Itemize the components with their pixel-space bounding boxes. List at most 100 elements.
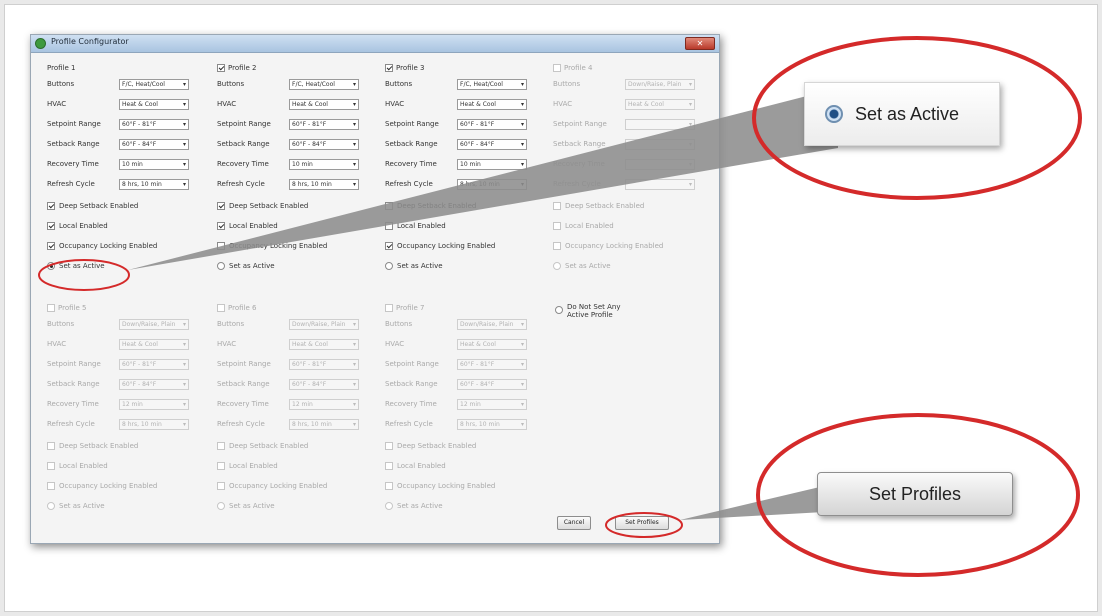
profile-5-deep-setback-checkbox[interactable] [47, 442, 55, 450]
profile-3-recovery-time-select[interactable]: 10 min [457, 159, 527, 170]
profile-3-set-active-radio[interactable] [385, 262, 393, 270]
profile-4-refresh-cycle-select[interactable] [625, 179, 695, 190]
profile-5-setpoint-range-select[interactable]: 60°F - 81°F [119, 359, 189, 370]
profile-7-recovery-time-select[interactable]: 12 min [457, 399, 527, 410]
profile-6-set-active-row[interactable]: Set as Active [217, 501, 275, 511]
profile-2-set-active-radio[interactable] [217, 262, 225, 270]
profile-3-setpoint-range-select[interactable]: 60°F - 81°F [457, 119, 527, 130]
profile-4-button-mode-select[interactable]: Down/Raise, Plain [625, 79, 695, 90]
profile-3-hvac-select[interactable]: Heat & Cool [457, 99, 527, 110]
profile-2-local-checkbox-row[interactable]: Local Enabled [217, 221, 278, 231]
profile-6-header[interactable]: Profile 6 [217, 303, 256, 313]
profile-7-deep-setback-checkbox[interactable] [385, 442, 393, 450]
profile-6-deep-setback-checkbox-row[interactable]: Deep Setback Enabled [217, 441, 308, 451]
profile-6-local-checkbox-row[interactable]: Local Enabled [217, 461, 278, 471]
profile-6-local-checkbox[interactable] [217, 462, 225, 470]
profile-2-checkbox[interactable] [217, 64, 225, 72]
profile-3-refresh-cycle-select[interactable]: 8 hrs, 10 min [457, 179, 527, 190]
profile-3-occupancy-locking-checkbox[interactable] [385, 242, 393, 250]
profile-4-deep-setback-checkbox[interactable] [553, 202, 561, 210]
profile-6-occupancy-locking-checkbox[interactable] [217, 482, 225, 490]
profile-4-set-active-radio[interactable] [553, 262, 561, 270]
profile-2-hvac-select[interactable]: Heat & Cool [289, 99, 359, 110]
profile-5-occupancy-locking-checkbox-row[interactable]: Occupancy Locking Enabled [47, 481, 157, 491]
profile-2-setpoint-range-select[interactable]: 60°F - 81°F [289, 119, 359, 130]
profile-1-hvac-select[interactable]: Heat & Cool [119, 99, 189, 110]
profile-4-header[interactable]: Profile 4 [553, 63, 592, 73]
profile-4-local-checkbox[interactable] [553, 222, 561, 230]
profile-2-deep-setback-checkbox[interactable] [217, 202, 225, 210]
no-active-radio[interactable] [555, 306, 563, 314]
profile-7-setback-range-select[interactable]: 60°F - 84°F [457, 379, 527, 390]
profile-2-refresh-cycle-select[interactable]: 8 hrs, 10 min [289, 179, 359, 190]
profile-7-deep-setback-checkbox-row[interactable]: Deep Setback Enabled [385, 441, 476, 451]
profile-1-local-checkbox-row[interactable]: Local Enabled [47, 221, 108, 231]
profile-7-occupancy-locking-checkbox[interactable] [385, 482, 393, 490]
profile-6-setpoint-range-select[interactable]: 60°F - 81°F [289, 359, 359, 370]
profile-1-deep-setback-checkbox[interactable] [47, 202, 55, 210]
profile-5-header[interactable]: Profile 5 [47, 303, 86, 313]
profile-2-set-active-row[interactable]: Set as Active [217, 261, 275, 271]
profile-2-button-mode-select[interactable]: F/C, Heat/Cool [289, 79, 359, 90]
cancel-button[interactable]: Cancel [557, 516, 591, 530]
profile-7-button-mode-select[interactable]: Down/Raise, Plain [457, 319, 527, 330]
profile-7-occupancy-locking-checkbox-row[interactable]: Occupancy Locking Enabled [385, 481, 495, 491]
profile-7-refresh-cycle-select[interactable]: 8 hrs, 10 min [457, 419, 527, 430]
profile-5-setback-range-select[interactable]: 60°F - 84°F [119, 379, 189, 390]
profile-4-occupancy-locking-checkbox[interactable] [553, 242, 561, 250]
profile-5-set-active-radio[interactable] [47, 502, 55, 510]
profile-4-occupancy-locking-checkbox-row[interactable]: Occupancy Locking Enabled [553, 241, 663, 251]
profile-1-occupancy-locking-checkbox-row[interactable]: Occupancy Locking Enabled [47, 241, 157, 251]
profile-7-hvac-select[interactable]: Heat & Cool [457, 339, 527, 350]
close-button[interactable]: ✕ [685, 37, 715, 50]
profile-1-occupancy-locking-checkbox[interactable] [47, 242, 55, 250]
profile-4-setback-range-select[interactable] [625, 139, 695, 150]
profile-4-recovery-time-select[interactable] [625, 159, 695, 170]
profile-1-setpoint-range-select[interactable]: 60°F - 81°F [119, 119, 189, 130]
profile-6-set-active-radio[interactable] [217, 502, 225, 510]
profile-1-set-active-row[interactable]: Set as Active [47, 261, 105, 271]
profile-1-set-active-radio[interactable] [47, 262, 55, 270]
profile-1-local-checkbox[interactable] [47, 222, 55, 230]
profile-5-local-checkbox-row[interactable]: Local Enabled [47, 461, 108, 471]
profile-5-recovery-time-select[interactable]: 12 min [119, 399, 189, 410]
profile-4-local-checkbox-row[interactable]: Local Enabled [553, 221, 614, 231]
profile-6-refresh-cycle-select[interactable]: 8 hrs, 10 min [289, 419, 359, 430]
profile-6-hvac-select[interactable]: Heat & Cool [289, 339, 359, 350]
profile-5-checkbox[interactable] [47, 304, 55, 312]
profile-5-refresh-cycle-select[interactable]: 8 hrs, 10 min [119, 419, 189, 430]
set-profiles-button[interactable]: Set Profiles [615, 516, 669, 530]
profile-7-set-active-row[interactable]: Set as Active [385, 501, 443, 511]
profile-4-deep-setback-checkbox-row[interactable]: Deep Setback Enabled [553, 201, 644, 211]
profile-4-hvac-select[interactable]: Heat & Cool [625, 99, 695, 110]
profile-4-set-active-row[interactable]: Set as Active [553, 261, 611, 271]
profile-3-header[interactable]: Profile 3 [385, 63, 424, 73]
profile-3-local-checkbox-row[interactable]: Local Enabled [385, 221, 446, 231]
profile-1-setback-range-select[interactable]: 60°F - 84°F [119, 139, 189, 150]
profile-3-set-active-row[interactable]: Set as Active [385, 261, 443, 271]
profile-3-deep-setback-checkbox-row[interactable]: Deep Setback Enabled [385, 201, 476, 211]
profile-2-deep-setback-checkbox-row[interactable]: Deep Setback Enabled [217, 201, 308, 211]
profile-2-occupancy-locking-checkbox-row[interactable]: Occupancy Locking Enabled [217, 241, 327, 251]
profile-6-deep-setback-checkbox[interactable] [217, 442, 225, 450]
profile-1-button-mode-select[interactable]: F/C, Heat/Cool [119, 79, 189, 90]
profile-6-recovery-time-select[interactable]: 12 min [289, 399, 359, 410]
profile-3-checkbox[interactable] [385, 64, 393, 72]
profile-1-recovery-time-select[interactable]: 10 min [119, 159, 189, 170]
profile-2-header[interactable]: Profile 2 [217, 63, 256, 73]
profile-7-checkbox[interactable] [385, 304, 393, 312]
profile-2-setback-range-select[interactable]: 60°F - 84°F [289, 139, 359, 150]
profile-7-header[interactable]: Profile 7 [385, 303, 424, 313]
profile-2-local-checkbox[interactable] [217, 222, 225, 230]
profile-6-button-mode-select[interactable]: Down/Raise, Plain [289, 319, 359, 330]
profile-5-deep-setback-checkbox-row[interactable]: Deep Setback Enabled [47, 441, 138, 451]
profile-6-checkbox[interactable] [217, 304, 225, 312]
profile-3-setback-range-select[interactable]: 60°F - 84°F [457, 139, 527, 150]
profile-5-set-active-row[interactable]: Set as Active [47, 501, 105, 511]
profile-7-set-active-radio[interactable] [385, 502, 393, 510]
profile-3-local-checkbox[interactable] [385, 222, 393, 230]
profile-5-button-mode-select[interactable]: Down/Raise, Plain [119, 319, 189, 330]
profile-7-local-checkbox-row[interactable]: Local Enabled [385, 461, 446, 471]
profile-1-deep-setback-checkbox-row[interactable]: Deep Setback Enabled [47, 201, 138, 211]
profile-3-button-mode-select[interactable]: F/C, Heat/Cool [457, 79, 527, 90]
